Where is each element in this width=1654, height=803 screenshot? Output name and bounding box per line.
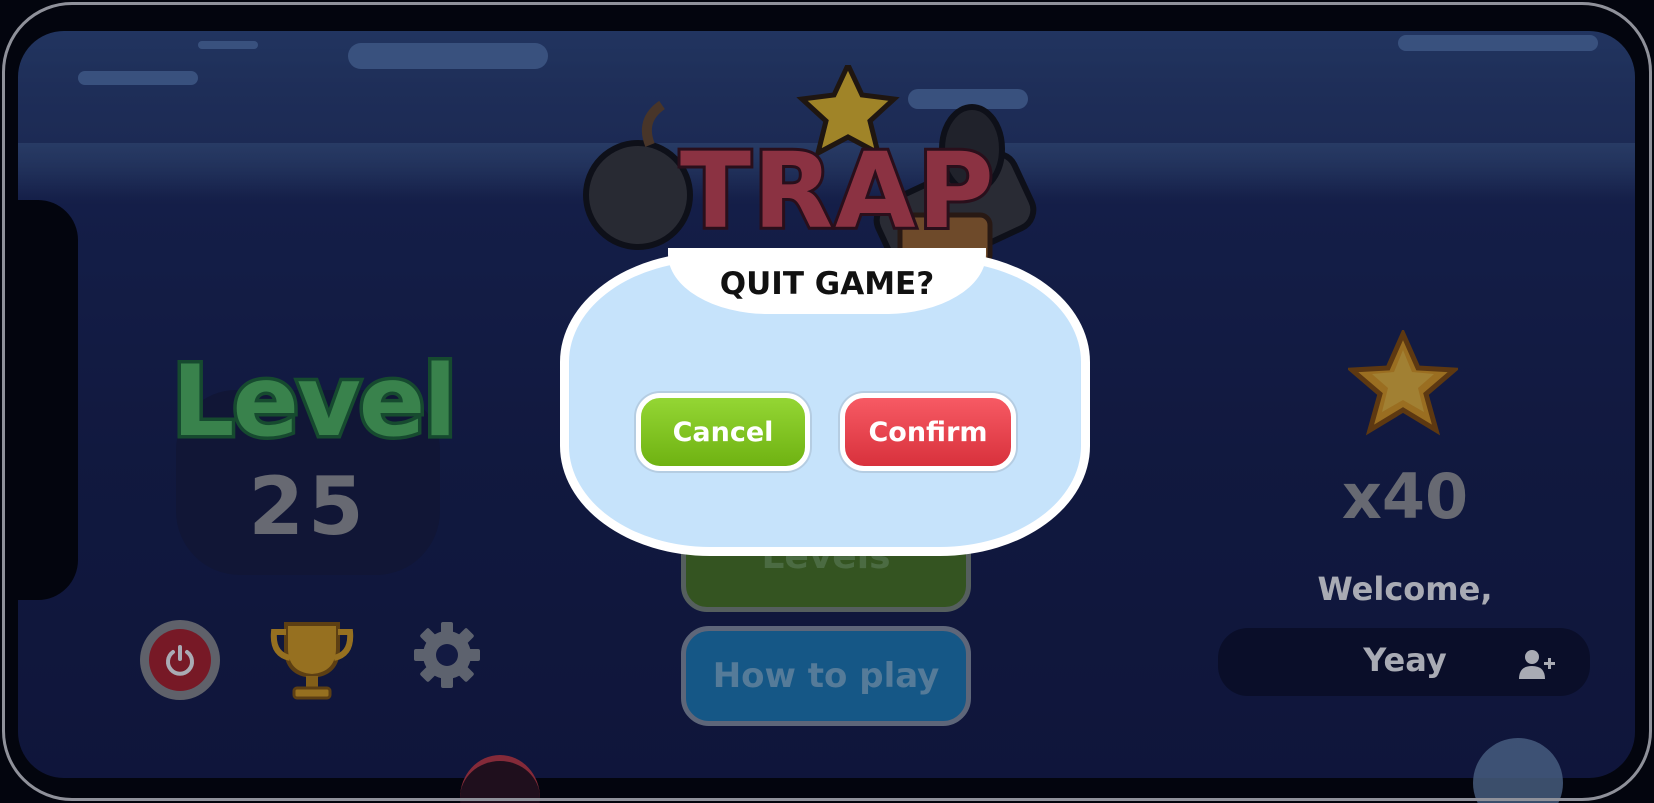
cancel-button[interactable]: Cancel bbox=[636, 393, 810, 471]
confirm-button[interactable]: Confirm bbox=[840, 393, 1016, 471]
dialog-title: QUIT GAME? bbox=[719, 266, 935, 302]
phone-frame: TRAP Level 25 Levels How to play x40 Wel… bbox=[0, 0, 1654, 803]
